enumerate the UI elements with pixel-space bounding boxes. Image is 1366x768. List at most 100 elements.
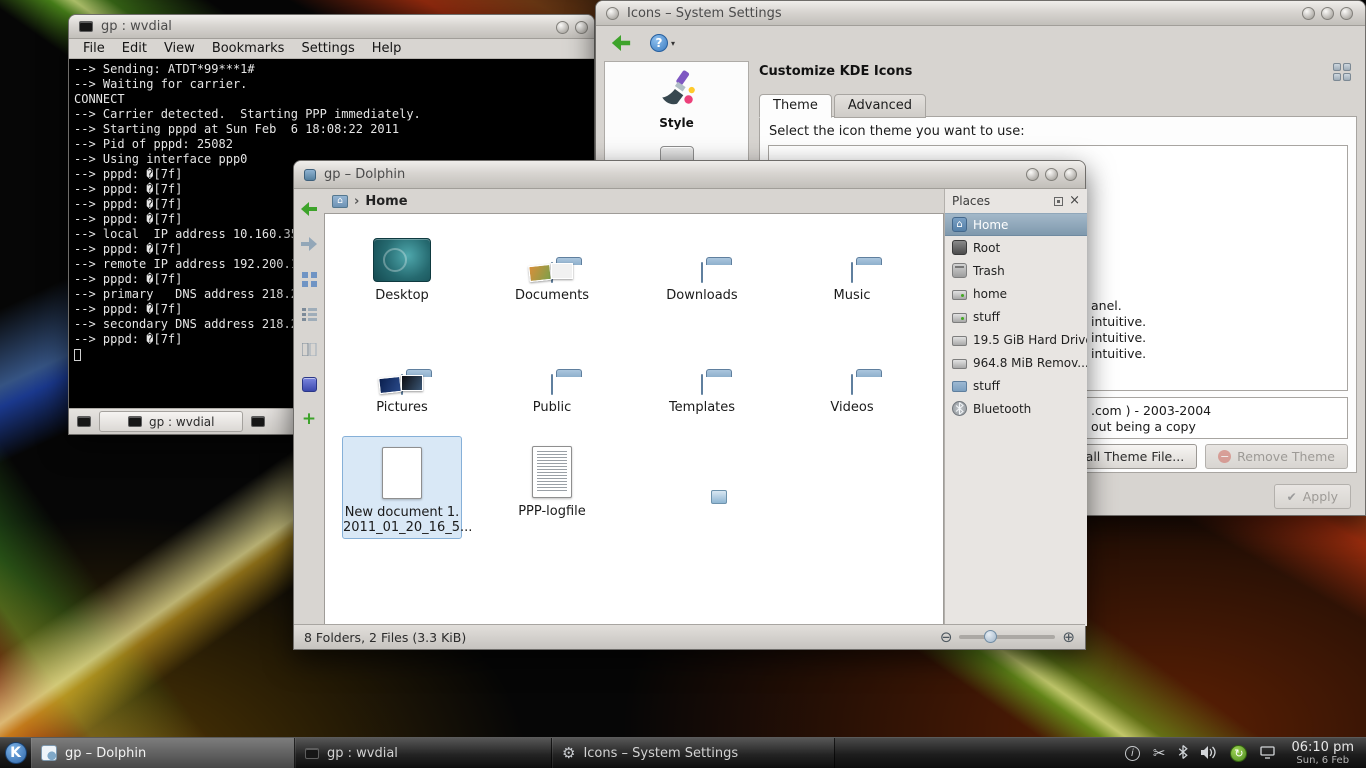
zoom-slider-handle[interactable]	[984, 630, 997, 643]
remove-theme-button[interactable]: − Remove Theme	[1205, 444, 1348, 469]
terminal-line: --> Waiting for carrier.	[74, 77, 589, 92]
folder-item-templates[interactable]: Templates	[632, 332, 772, 415]
places-item-bluetooth[interactable]: Bluetooth	[945, 397, 1087, 420]
icons-view-button[interactable]	[299, 269, 319, 289]
maximize-button[interactable]	[1045, 168, 1058, 181]
places-title: Places	[952, 194, 990, 208]
columns-view-button[interactable]	[299, 339, 319, 359]
tab-list-button[interactable]	[247, 411, 269, 432]
minimize-button[interactable]	[1302, 7, 1315, 20]
clock[interactable]: 06:10 pm Sun, 6 Feb	[1287, 738, 1366, 768]
menu-view[interactable]: View	[164, 41, 195, 56]
dolphin-icon-view[interactable]: Desktop Documents Downloads Music Pictur…	[324, 213, 944, 626]
apply-button[interactable]: ✔ Apply	[1274, 484, 1351, 509]
device-notifier-icon[interactable]	[1260, 744, 1275, 763]
document-file-icon	[382, 447, 422, 499]
places-item-removable[interactable]: 964.8 MiB Remov...	[945, 351, 1087, 374]
dolphin-titlebar[interactable]: gp – Dolphin	[294, 161, 1085, 189]
taskbar-item-dolphin[interactable]: gp – Dolphin	[31, 738, 295, 768]
close-button[interactable]	[1064, 168, 1077, 181]
terminal-line: CONNECT	[74, 92, 589, 107]
dolphin-app-icon	[41, 745, 57, 761]
taskbar: K gp – Dolphin gp : wvdial ⚙ Icons – Sys…	[0, 737, 1366, 768]
folder-item-public[interactable]: Public	[482, 332, 622, 415]
places-item-trash[interactable]: Trash	[945, 259, 1087, 282]
tab-advanced[interactable]: Advanced	[834, 94, 926, 118]
remove-theme-label: Remove Theme	[1237, 449, 1335, 464]
minimize-button[interactable]	[1026, 168, 1039, 181]
root-icon	[952, 240, 967, 255]
split-view-button[interactable]	[299, 374, 319, 394]
places-item-hard-drive[interactable]: 19.5 GiB Hard Drive	[945, 328, 1087, 351]
detach-panel-icon[interactable]	[1054, 197, 1063, 206]
file-label-line: 2011_01_20_16_5...	[343, 520, 461, 535]
sidebar-item-style[interactable]: Style	[605, 62, 748, 130]
forward-button[interactable]	[299, 234, 319, 254]
folder-item-desktop[interactable]: Desktop	[332, 220, 472, 303]
bluetooth-tray-icon[interactable]	[1178, 744, 1188, 763]
zoom-slider[interactable]	[959, 635, 1055, 639]
menu-edit[interactable]: Edit	[122, 41, 147, 56]
new-tab-button[interactable]	[73, 411, 95, 432]
kmenu-button[interactable]: K	[0, 738, 31, 768]
folder-item-pictures[interactable]: Pictures	[332, 332, 472, 415]
maximize-button[interactable]	[575, 21, 588, 34]
places-item-stuff-folder[interactable]: stuff	[945, 374, 1087, 397]
folder-item-music[interactable]: Music	[782, 220, 922, 303]
tab-wvdial[interactable]: gp : wvdial	[99, 411, 243, 432]
task-label: Icons – System Settings	[583, 746, 738, 761]
menu-settings[interactable]: Settings	[301, 41, 354, 56]
taskbar-item-wvdial[interactable]: gp : wvdial	[295, 738, 552, 768]
minimize-button[interactable]	[556, 21, 569, 34]
konsole-window-icon	[79, 21, 93, 32]
task-label: gp : wvdial	[327, 746, 398, 761]
folder-icon	[551, 374, 553, 395]
home-icon: ⌂	[952, 217, 967, 232]
dolphin-statusbar: 8 Folders, 2 Files (3.3 KiB) ⊖ ⊕	[294, 624, 1085, 649]
zoom-out-icon[interactable]: ⊖	[940, 630, 953, 644]
system-settings-toolbar: ? ▾	[596, 27, 1365, 59]
breadcrumb-home[interactable]: Home	[365, 194, 407, 209]
update-notifier-icon[interactable]: ↻	[1230, 745, 1247, 762]
system-tray: i ✂ ↻	[1113, 738, 1288, 768]
gear-icon: ⚙	[562, 746, 575, 761]
places-item-stuff-partition[interactable]: stuff	[945, 305, 1087, 328]
close-panel-icon[interactable]: ×	[1069, 195, 1080, 207]
breadcrumb: ⌂ › Home	[324, 189, 944, 213]
info-icon[interactable]: i	[1125, 746, 1140, 761]
tab-theme[interactable]: Theme	[759, 94, 832, 118]
grid-square	[1333, 73, 1341, 81]
file-item-ppp-logfile[interactable]: PPP-logfile	[482, 436, 622, 519]
folder-icon[interactable]: ⌂	[332, 195, 348, 208]
folder-item-downloads[interactable]: Downloads	[632, 220, 772, 303]
menu-bookmarks[interactable]: Bookmarks	[212, 41, 285, 56]
file-item-new-document[interactable]: New document 1. 2011_01_20_16_5...	[342, 436, 462, 539]
klipper-scissors-icon[interactable]: ✂	[1153, 746, 1166, 761]
add-button[interactable]: +	[299, 409, 319, 429]
window-menu-button[interactable]	[606, 7, 619, 20]
back-button[interactable]	[608, 31, 634, 55]
system-settings-titlebar[interactable]: Icons – System Settings	[596, 1, 1365, 26]
help-button[interactable]: ? ▾	[650, 34, 675, 52]
places-label: stuff	[973, 379, 1000, 393]
zoom-in-icon[interactable]: ⊕	[1062, 630, 1075, 644]
maximize-button[interactable]	[1321, 7, 1334, 20]
task-label: gp – Dolphin	[65, 746, 146, 761]
places-item-home-partition[interactable]: home	[945, 282, 1087, 305]
places-item-root[interactable]: Root	[945, 236, 1087, 259]
folder-item-documents[interactable]: Documents	[482, 220, 622, 303]
taskbar-item-system-settings[interactable]: ⚙ Icons – System Settings	[552, 738, 835, 768]
details-view-button[interactable]	[299, 304, 319, 324]
menu-help[interactable]: Help	[372, 41, 402, 56]
places-label: 19.5 GiB Hard Drive	[973, 333, 1087, 347]
places-item-home[interactable]: ⌂ Home	[945, 213, 1087, 236]
konsole-titlebar[interactable]: gp : wvdial	[69, 15, 594, 39]
folder-item-videos[interactable]: Videos	[782, 332, 922, 415]
volume-icon[interactable]	[1201, 744, 1217, 763]
back-button[interactable]	[299, 199, 319, 219]
back-arrow-icon	[301, 202, 317, 216]
icon-view-mode-button[interactable]	[1333, 63, 1353, 83]
folder-icon	[701, 374, 703, 395]
menu-file[interactable]: File	[83, 41, 105, 56]
close-button[interactable]	[1340, 7, 1353, 20]
